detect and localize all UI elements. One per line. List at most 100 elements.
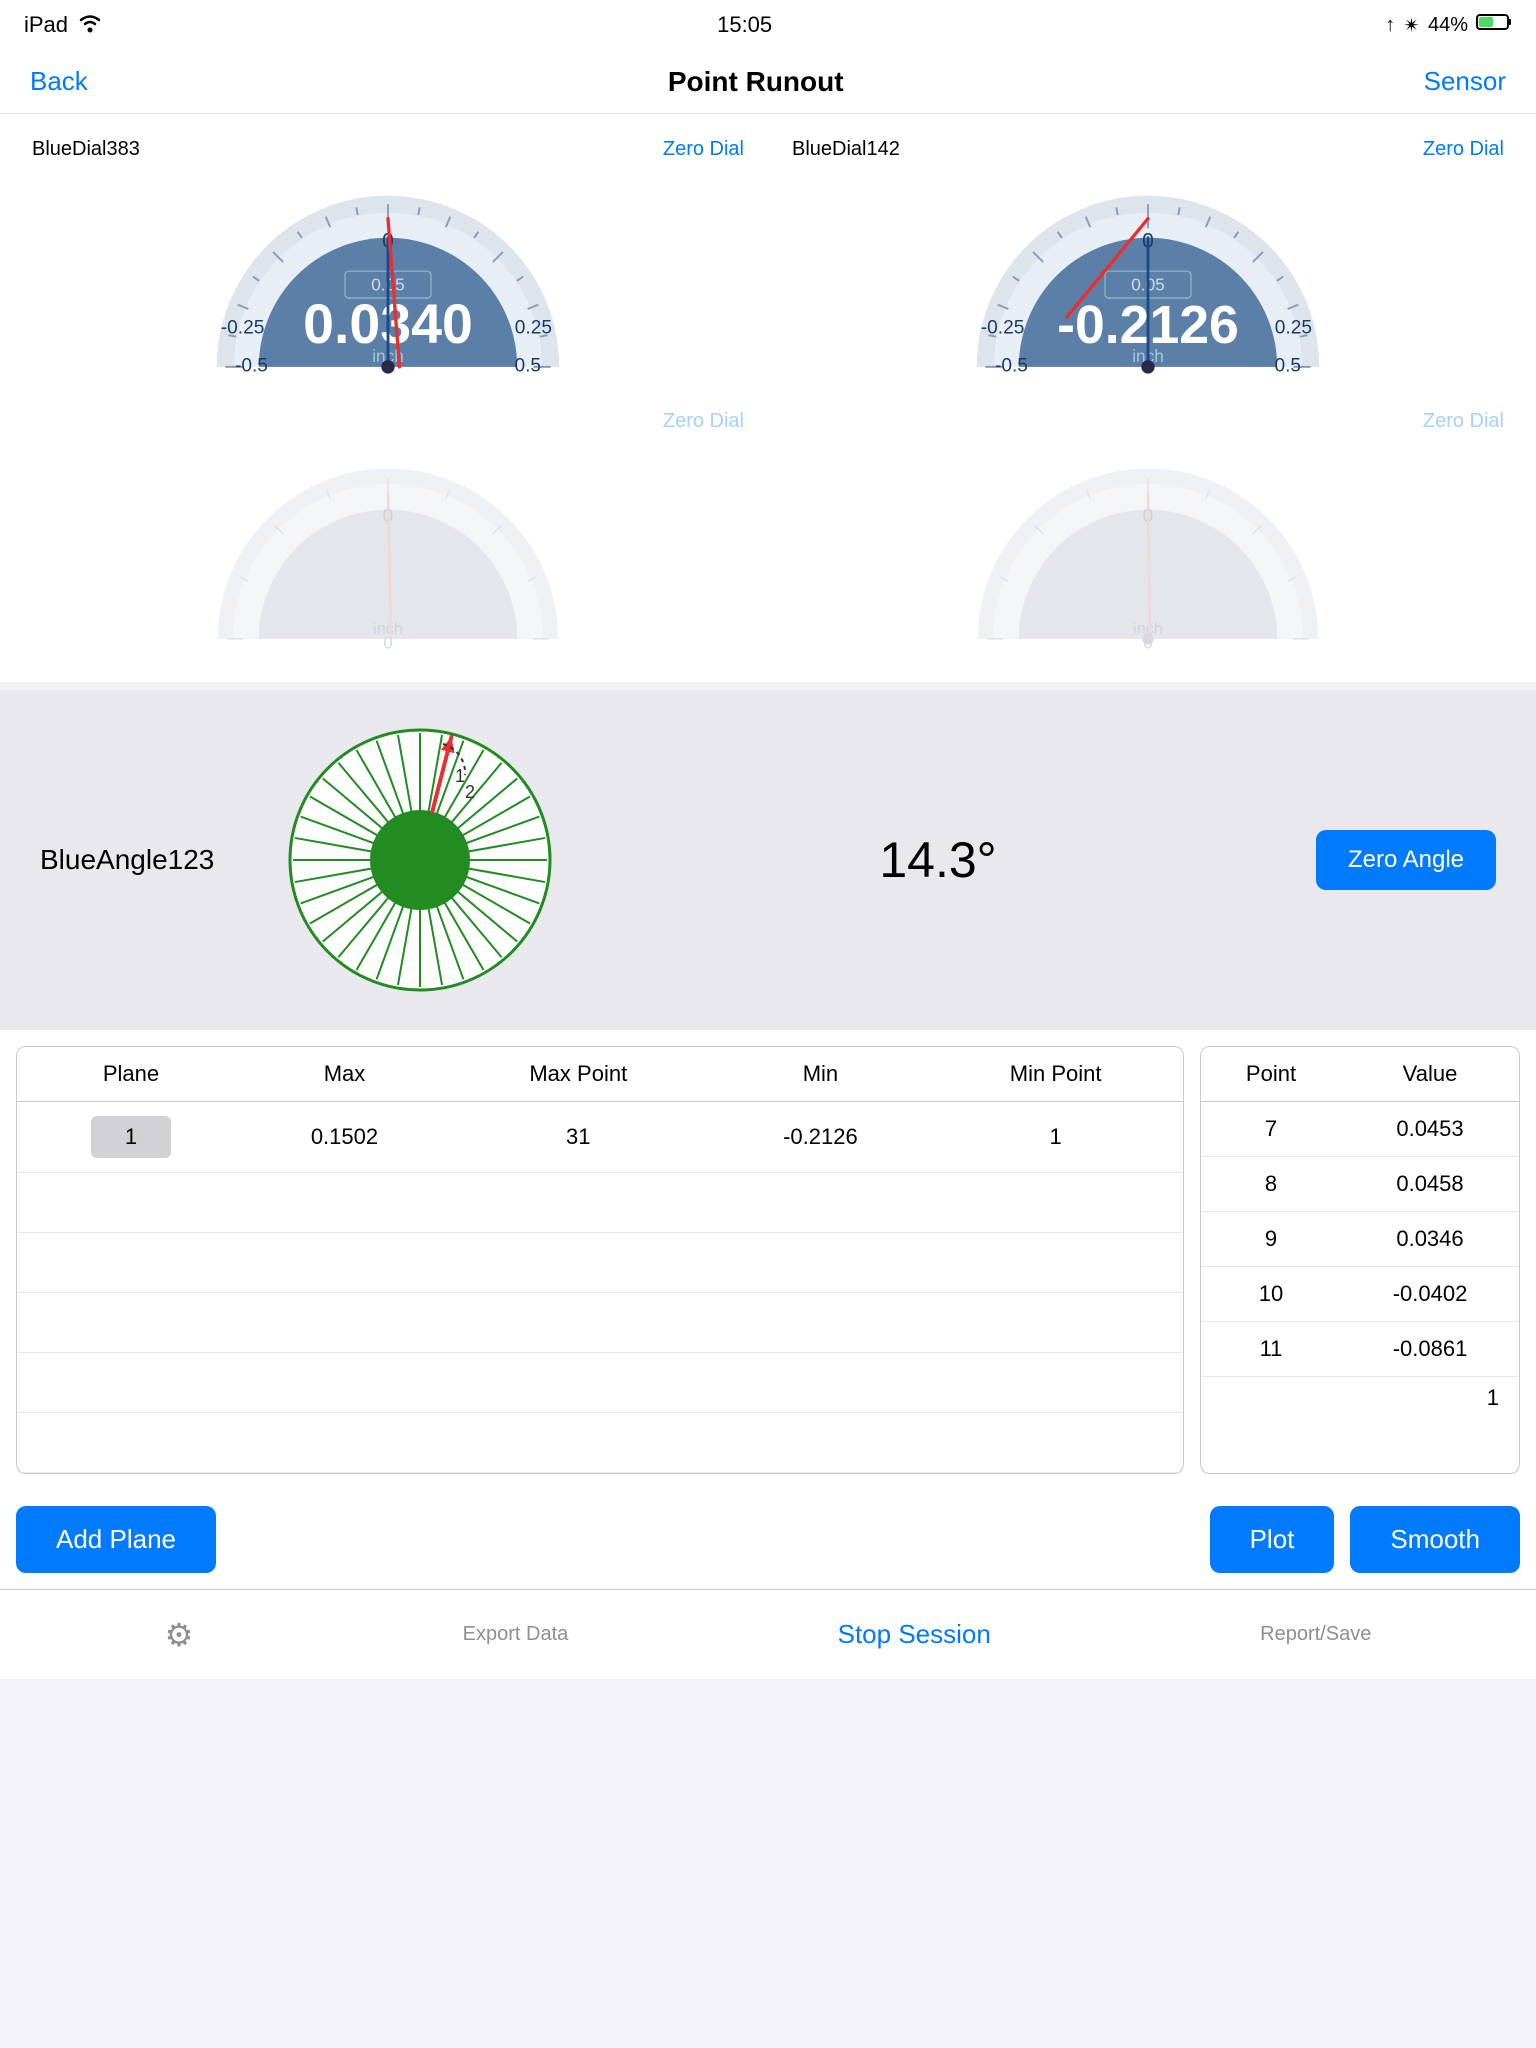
svg-text:2: 2 — [465, 782, 475, 802]
svg-text:1: 1 — [455, 766, 465, 786]
dial1-name: BlueDial383 — [32, 138, 140, 161]
dial4-zero-button[interactable]: Zero Dial — [1423, 410, 1504, 433]
gps-icon: ↑ — [1385, 14, 1395, 37]
export-data-toolbar-item[interactable]: Export Data — [463, 1623, 569, 1646]
dial2-zero-button[interactable]: Zero Dial — [1423, 138, 1504, 161]
point-table-header-point: Point — [1201, 1047, 1341, 1102]
point-table: Point Value 7 0.0453 8 0.0458 9 0.0346 1… — [1200, 1046, 1520, 1474]
svg-text:0: 0 — [1143, 632, 1153, 652]
battery-label: 44% — [1428, 14, 1468, 37]
plane-table: Plane Max Max Point Min Min Point 1 0.15… — [16, 1046, 1184, 1474]
value-cell: 0.0458 — [1341, 1157, 1519, 1212]
dials-row-2: Zero Dial — [16, 402, 1520, 666]
smooth-button[interactable]: Smooth — [1350, 1506, 1520, 1573]
action-buttons: Add Plane Plot Smooth — [0, 1490, 1536, 1589]
dial4-container: Zero Dial — [776, 402, 1520, 666]
battery-icon — [1476, 12, 1512, 38]
point-cell: 9 — [1201, 1212, 1341, 1267]
status-right: ↑ ✴ 44% — [1385, 12, 1512, 38]
plane-number: 1 — [91, 1116, 171, 1158]
bluetooth-icon: ✴ — [1403, 13, 1420, 38]
angle-wheel-svg: 1 2 — [280, 720, 560, 1000]
plot-button[interactable]: Plot — [1210, 1506, 1335, 1573]
status-bar: iPad 15:05 ↑ ✴ 44% — [0, 0, 1536, 50]
page-title: Point Runout — [668, 66, 844, 98]
table-row — [17, 1293, 1183, 1353]
dial3-wrapper: 0 inch 0 — [24, 438, 752, 658]
dial2-name: BlueDial142 — [792, 138, 900, 161]
page-number: 1 — [1201, 1377, 1519, 1419]
plane-table-header-max: Max — [245, 1047, 444, 1102]
point-cell: 11 — [1201, 1322, 1341, 1377]
maxpoint-cell: 31 — [444, 1102, 713, 1173]
point-cell: 7 — [1201, 1102, 1341, 1157]
sensor-button[interactable]: Sensor — [1424, 66, 1506, 97]
value-cell: 0.0453 — [1341, 1102, 1519, 1157]
settings-toolbar-item[interactable]: ⚙ — [165, 1616, 194, 1654]
svg-text:0.5: 0.5 — [1274, 356, 1301, 377]
value-cell: 0.0346 — [1341, 1212, 1519, 1267]
table-row — [17, 1173, 1183, 1233]
dial1-container: BlueDial383 Zero Dial — [16, 130, 760, 394]
svg-text:-0.5: -0.5 — [235, 356, 268, 377]
toolbar: ⚙ Export Data Stop Session Report/Save — [0, 1589, 1536, 1679]
dial4-wrapper: 0 inch 0 — [784, 438, 1512, 658]
plane-table-header-plane: Plane — [17, 1047, 245, 1102]
table-row — [17, 1233, 1183, 1293]
svg-text:0.25: 0.25 — [515, 317, 552, 338]
point-table-row: 7 0.0453 — [1201, 1102, 1519, 1157]
value-cell: -0.0861 — [1341, 1322, 1519, 1377]
right-action-buttons: Plot Smooth — [1210, 1506, 1520, 1573]
svg-text:-0.25: -0.25 — [981, 317, 1025, 338]
dials-section: BlueDial383 Zero Dial — [0, 114, 1536, 682]
svg-text:0.5: 0.5 — [514, 356, 541, 377]
data-section: Plane Max Max Point Min Min Point 1 0.15… — [0, 1030, 1536, 1490]
plane-table-header-minpoint: Min Point — [928, 1047, 1183, 1102]
table-row: 1 0.1502 31 -0.2126 1 — [17, 1102, 1183, 1173]
dial3-container: Zero Dial — [16, 402, 760, 666]
svg-text:0: 0 — [383, 632, 393, 652]
point-table-row: 10 -0.0402 — [1201, 1267, 1519, 1322]
dial2-svg: 0 -0.25 0.25 -0.5 0.5 0.05 -0.2126 inch — [784, 166, 1512, 386]
value-cell: -0.0402 — [1341, 1267, 1519, 1322]
dial2-wrapper: 0 -0.25 0.25 -0.5 0.5 0.05 -0.2126 inch — [784, 166, 1512, 386]
angle-wheel: 1 2 — [280, 720, 560, 1000]
back-button[interactable]: Back — [30, 66, 88, 97]
dial1-svg: 0 -0.25 0.25 -0.5 0.5 0.05 0.0340 inch — [24, 166, 752, 386]
point-cell: 8 — [1201, 1157, 1341, 1212]
point-table-row: 8 0.0458 — [1201, 1157, 1519, 1212]
stop-session-label: Stop Session — [838, 1619, 991, 1650]
point-table-row: 9 0.0346 — [1201, 1212, 1519, 1267]
carrier-label: iPad — [24, 12, 68, 38]
point-table-header-value: Value — [1341, 1047, 1519, 1102]
max-cell: 0.1502 — [245, 1102, 444, 1173]
dial3-svg: 0 inch 0 — [24, 438, 752, 658]
time-display: 15:05 — [717, 12, 772, 38]
dial3-zero-button[interactable]: Zero Dial — [663, 410, 744, 433]
minpoint-cell: 1 — [928, 1102, 1183, 1173]
report-save-toolbar-item[interactable]: Report/Save — [1260, 1623, 1371, 1646]
min-cell: -0.2126 — [713, 1102, 929, 1173]
svg-text:-0.5: -0.5 — [995, 356, 1028, 377]
wifi-icon — [76, 11, 104, 39]
table-row — [17, 1353, 1183, 1413]
angle-section: BlueAngle123 — [0, 690, 1536, 1030]
nav-bar: Back Point Runout Sensor — [0, 50, 1536, 114]
dial1-zero-button[interactable]: Zero Dial — [663, 138, 744, 161]
status-left: iPad — [24, 11, 104, 39]
dial4-svg: 0 inch 0 — [784, 438, 1512, 658]
table-row — [17, 1413, 1183, 1473]
zero-angle-button[interactable]: Zero Angle — [1316, 830, 1496, 890]
plane-table-header-maxpoint: Max Point — [444, 1047, 713, 1102]
point-table-row: 11 -0.0861 — [1201, 1322, 1519, 1377]
plane-table-header-min: Min — [713, 1047, 929, 1102]
svg-text:-0.25: -0.25 — [221, 317, 265, 338]
angle-value-display: 14.3° — [600, 831, 1276, 889]
dial1-wrapper: 0 -0.25 0.25 -0.5 0.5 0.05 0.0340 inch — [24, 166, 752, 386]
settings-icon: ⚙ — [165, 1616, 194, 1654]
stop-session-toolbar-item[interactable]: Stop Session — [838, 1619, 991, 1650]
point-cell: 10 — [1201, 1267, 1341, 1322]
add-plane-button[interactable]: Add Plane — [16, 1506, 216, 1573]
angle-device-label: BlueAngle123 — [40, 844, 240, 876]
dials-row-1: BlueDial383 Zero Dial — [16, 130, 1520, 394]
